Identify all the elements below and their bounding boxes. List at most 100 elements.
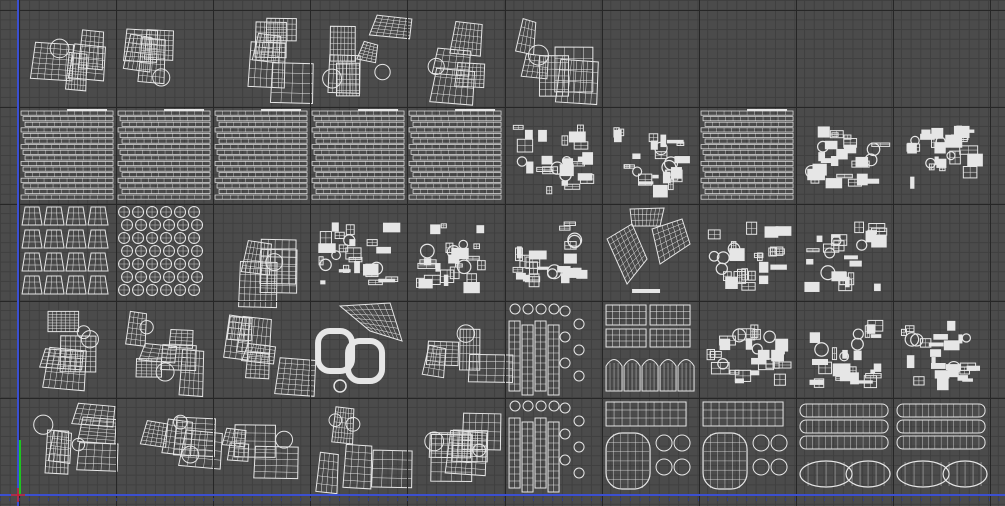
uv-shell-group[interactable] xyxy=(906,125,983,189)
tile-r4-c7[interactable] xyxy=(699,398,796,495)
uv-shell-group[interactable] xyxy=(605,304,695,392)
uv-shell-group[interactable] xyxy=(702,401,788,490)
tile-r2-c8[interactable] xyxy=(796,204,893,301)
tile-border-vertical xyxy=(601,0,603,506)
tile-r3-c9[interactable] xyxy=(893,301,990,398)
uv-shell-group[interactable] xyxy=(223,314,317,397)
uv-shell-group[interactable] xyxy=(809,319,884,389)
tile-r2-c6[interactable] xyxy=(602,204,699,301)
uv-shell-group[interactable] xyxy=(29,29,106,92)
tile-border-vertical xyxy=(698,0,700,506)
tile-r0-c4[interactable] xyxy=(407,10,504,107)
tile-r0-c5[interactable] xyxy=(505,10,602,107)
tile-r1-c4[interactable] xyxy=(407,107,504,204)
uv-shell-group[interactable] xyxy=(512,124,594,195)
tile-border-horizontal xyxy=(0,301,1005,302)
tile-r4-c2[interactable] xyxy=(213,398,310,495)
tile-r2-c7[interactable] xyxy=(699,204,796,301)
tile-r2-c1[interactable] xyxy=(116,204,213,301)
uv-shell-group[interactable] xyxy=(896,403,988,488)
tile-r2-c3[interactable] xyxy=(310,204,407,301)
uv-shell-group[interactable] xyxy=(118,206,204,296)
uv-shell-group[interactable] xyxy=(706,324,792,386)
uv-shell-group[interactable] xyxy=(606,207,691,293)
tile-r4-c3[interactable] xyxy=(310,398,413,495)
tile-r3-c7[interactable] xyxy=(699,301,796,398)
uv-shell-group[interactable] xyxy=(409,109,502,200)
uv-shell-group[interactable] xyxy=(20,109,114,200)
uv-shell-group[interactable] xyxy=(238,238,298,309)
tile-r2-c0[interactable] xyxy=(19,204,116,301)
tile-r1-c1[interactable] xyxy=(116,107,213,204)
tile-r3-c4[interactable] xyxy=(407,301,514,398)
uv-shell-group[interactable] xyxy=(900,320,980,391)
uv-shell-group[interactable] xyxy=(416,223,487,294)
tile-r1-c3[interactable] xyxy=(310,107,407,204)
uv-shell-group[interactable] xyxy=(125,310,205,398)
uv-shell-group[interactable] xyxy=(315,302,404,393)
uv-shell-group[interactable] xyxy=(422,324,514,383)
uv-shell-group[interactable] xyxy=(700,109,794,200)
uv-shell-group[interactable] xyxy=(514,18,599,106)
uv-shell-group[interactable] xyxy=(508,303,585,396)
tile-r3-c3[interactable] xyxy=(310,301,407,398)
tile-r1-c8[interactable] xyxy=(796,107,893,204)
uv-shell-group[interactable] xyxy=(707,221,792,291)
uv-shell-group[interactable] xyxy=(508,400,585,493)
tile-r4-c5[interactable] xyxy=(505,398,602,495)
tile-r0-c3[interactable] xyxy=(310,10,413,107)
tile-r3-c1[interactable] xyxy=(116,301,213,398)
uv-shell-group[interactable] xyxy=(122,28,175,87)
tile-r4-c1[interactable] xyxy=(116,398,224,495)
uv-shell-group[interactable] xyxy=(605,401,691,490)
tile-r4-c6[interactable] xyxy=(602,398,699,495)
tile-r3-c5[interactable] xyxy=(505,301,602,398)
uv-shell-group[interactable] xyxy=(33,402,119,475)
tile-r3-c2[interactable] xyxy=(213,301,317,398)
tile-r1-c5[interactable] xyxy=(505,107,602,204)
uv-shell-group[interactable] xyxy=(424,412,502,482)
uv-shell-group[interactable] xyxy=(38,310,99,392)
uv-shell-group[interactable] xyxy=(311,109,405,200)
tile-border-vertical xyxy=(795,0,797,506)
tile-border-horizontal xyxy=(0,398,1005,399)
uv-shell-group[interactable] xyxy=(315,406,413,495)
uv-shell-group[interactable] xyxy=(427,20,486,106)
uv-shell-group[interactable] xyxy=(247,17,314,105)
uv-shell-group[interactable] xyxy=(21,206,109,295)
tile-r2-c4[interactable] xyxy=(407,204,504,301)
tile-r1-c0[interactable] xyxy=(19,107,116,204)
tile-border-horizontal xyxy=(0,204,1005,205)
u-axis xyxy=(0,494,1005,496)
tile-r0-c1[interactable] xyxy=(116,10,213,107)
tile-r2-c2[interactable] xyxy=(213,204,310,309)
tile-r2-c5[interactable] xyxy=(505,204,602,301)
uv-shell-group[interactable] xyxy=(139,414,224,470)
uv-shell-group[interactable] xyxy=(799,403,891,488)
tile-r0-c2[interactable] xyxy=(213,10,314,107)
tile-r1-c6[interactable] xyxy=(602,107,699,204)
uv-shell-group[interactable] xyxy=(612,127,690,198)
tile-border-vertical xyxy=(407,0,409,506)
tile-r3-c8[interactable] xyxy=(796,301,893,398)
uv-shell-group[interactable] xyxy=(221,424,299,480)
tile-r3-c6[interactable] xyxy=(602,301,699,398)
uv-shell-group[interactable] xyxy=(322,14,413,97)
uv-shell-group[interactable] xyxy=(117,109,211,200)
tile-r4-c8[interactable] xyxy=(796,398,893,495)
uv-shell-group[interactable] xyxy=(512,221,587,288)
uv-shell-group[interactable] xyxy=(318,222,401,286)
uv-shell-group[interactable] xyxy=(214,109,308,200)
tile-r4-c0[interactable] xyxy=(19,398,119,495)
tile-r1-c9[interactable] xyxy=(893,107,990,204)
tile-r4-c9[interactable] xyxy=(893,398,990,495)
tile-r3-c0[interactable] xyxy=(19,301,116,398)
tile-border-vertical xyxy=(990,0,991,506)
uv-shell-group[interactable] xyxy=(804,221,887,292)
tile-r1-c2[interactable] xyxy=(213,107,310,204)
tile-r0-c0[interactable] xyxy=(19,10,116,107)
uv-editor-viewport[interactable] xyxy=(0,0,1005,506)
tile-r1-c7[interactable] xyxy=(699,107,796,204)
tile-r4-c4[interactable] xyxy=(407,398,504,495)
uv-shell-group[interactable] xyxy=(804,126,890,189)
